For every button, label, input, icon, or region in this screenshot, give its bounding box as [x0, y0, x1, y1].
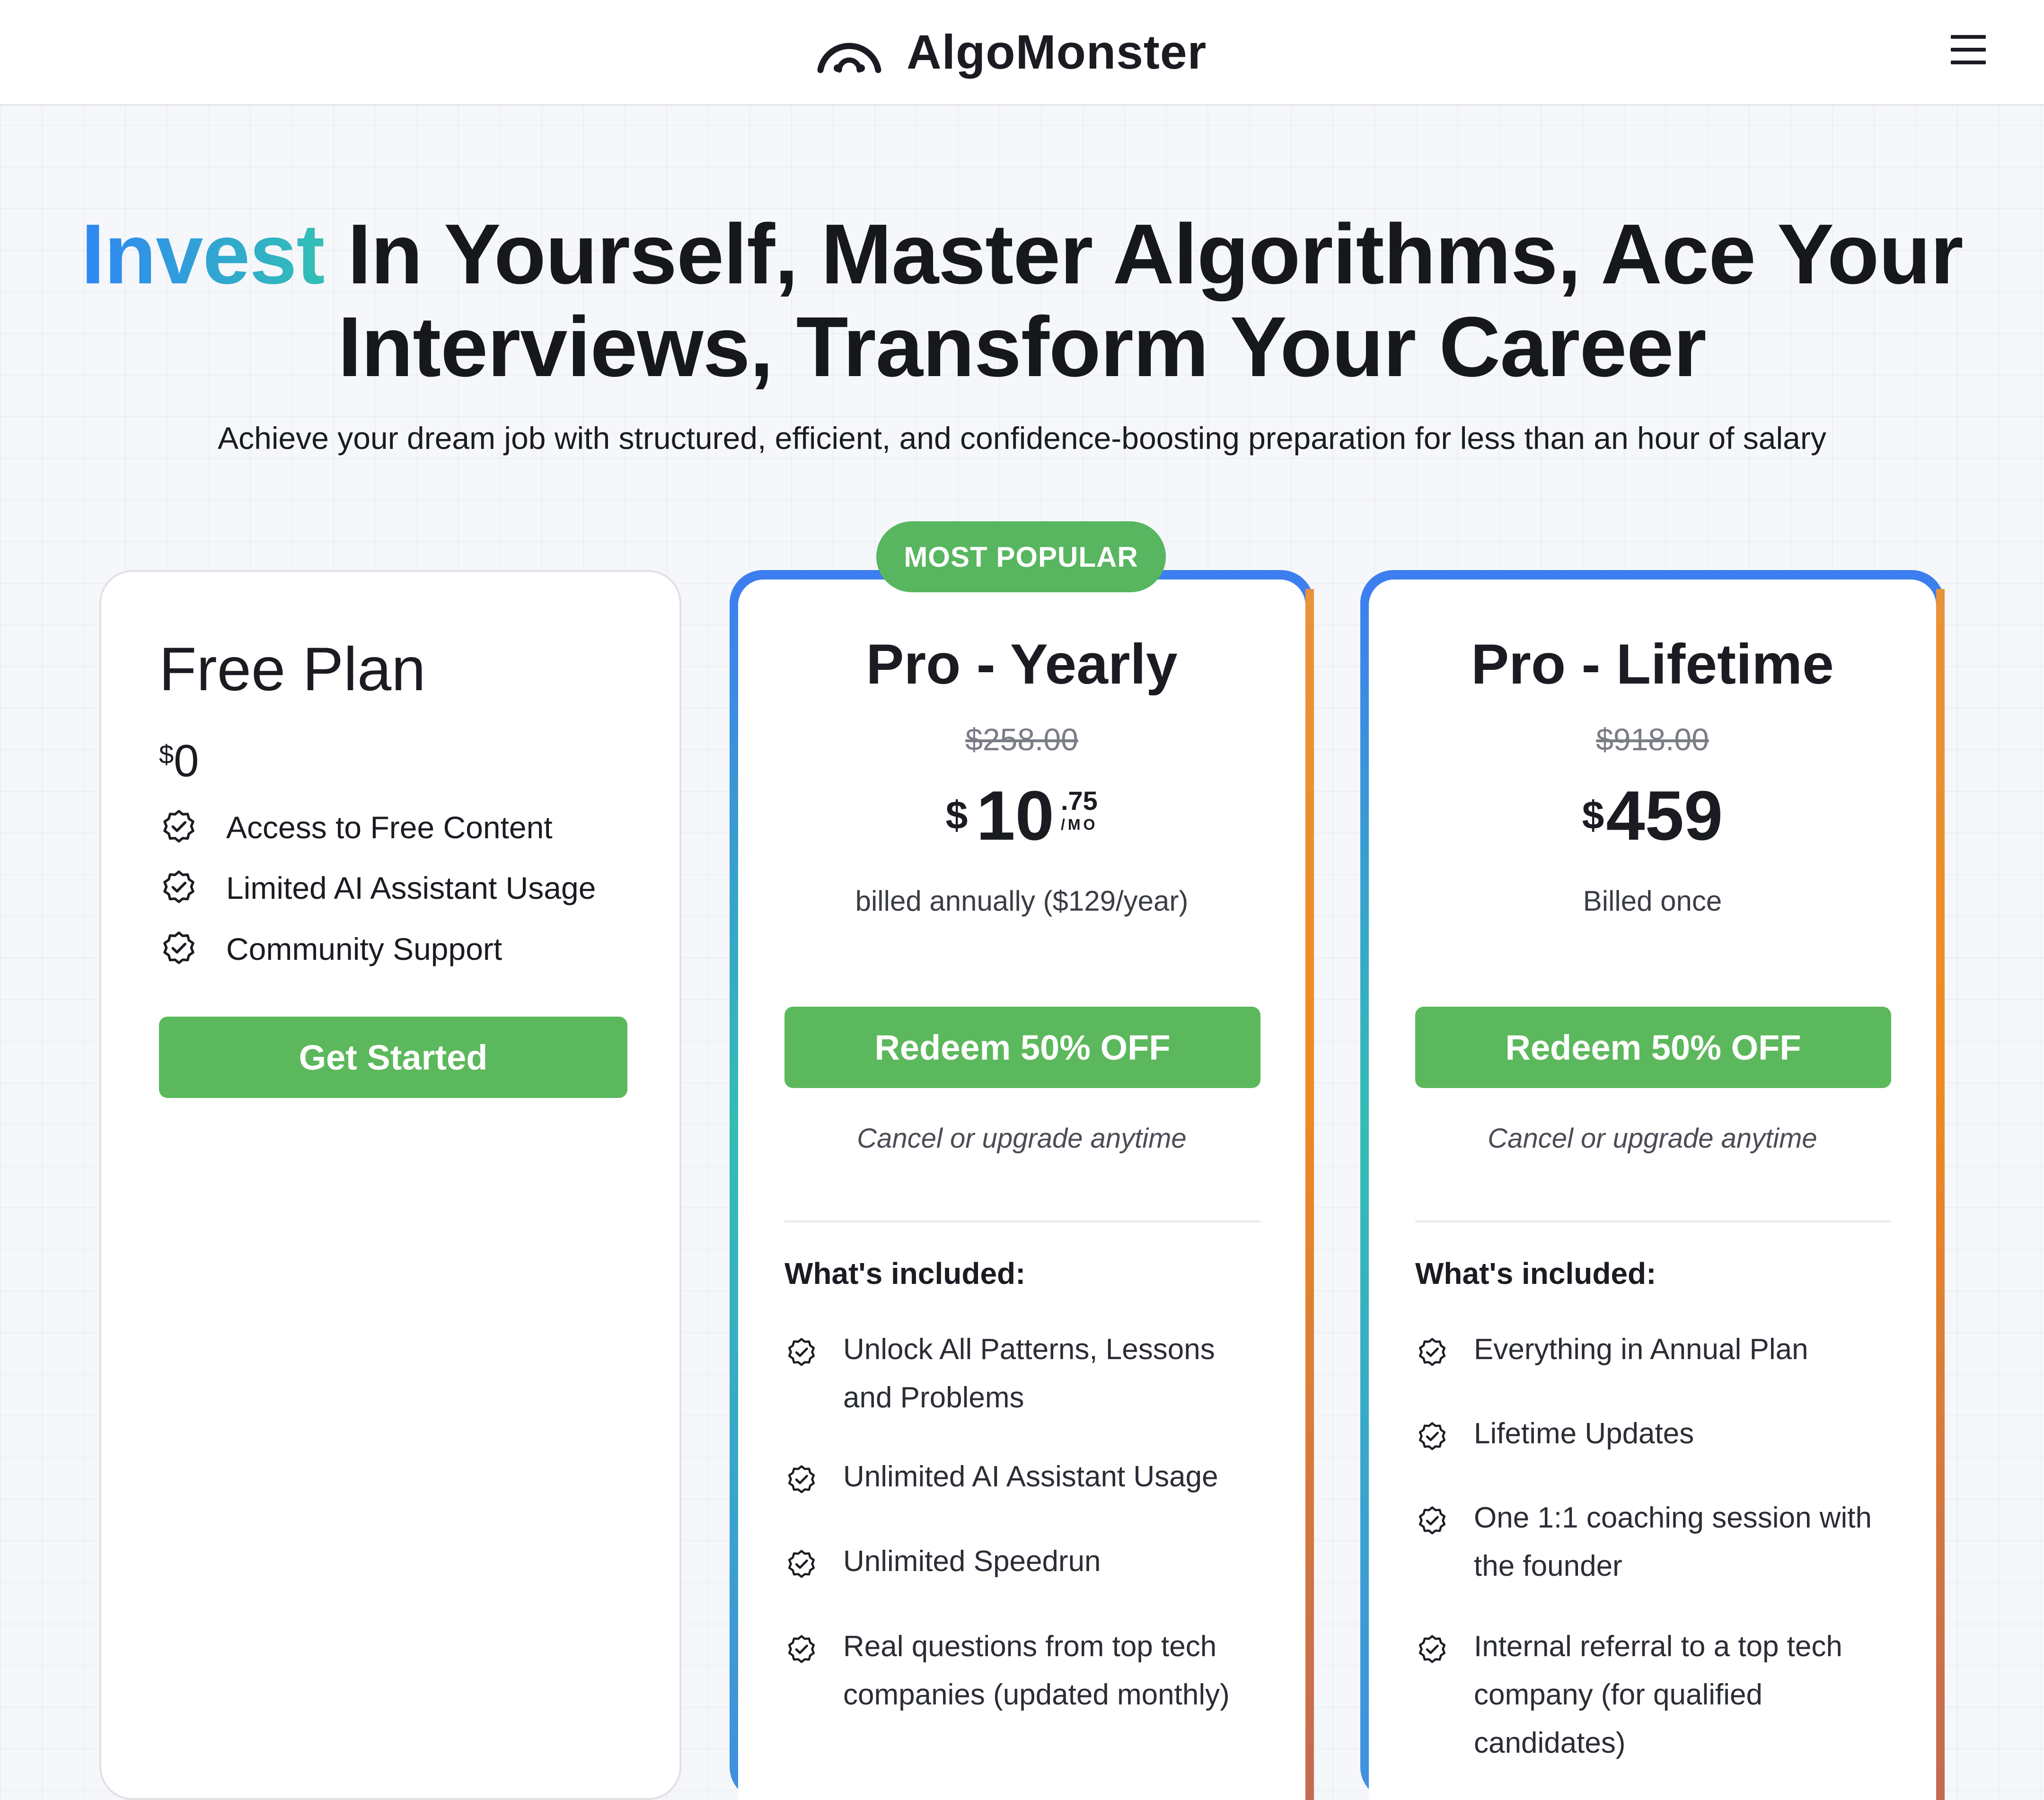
included-label: Everything in Annual Plan — [1474, 1333, 1808, 1366]
cancel-note: Cancel or upgrade anytime — [857, 1123, 1187, 1154]
price-currency: $ — [945, 793, 968, 837]
feature-label: Limited AI Assistant Usage — [226, 870, 596, 905]
included-label: Lifetime Updates — [1474, 1417, 1694, 1450]
billing-note: Billed once — [1583, 885, 1722, 917]
cancel-note: Cancel or upgrade anytime — [1488, 1123, 1817, 1154]
feature-item: Access to Free Content — [159, 808, 553, 847]
check-badge-icon — [1415, 1420, 1449, 1454]
included-label: Internal referral to a top tech company … — [1474, 1630, 1842, 1759]
original-price: $918.00 — [1596, 722, 1709, 757]
check-badge-icon — [784, 1336, 819, 1370]
pro-yearly-plan-card: Pro - Yearly $258.00 $ 10 .75 /MO billed… — [730, 570, 1314, 1800]
plan-price: $ 10 .75 /MO — [738, 778, 1305, 854]
included-item: Everything in Annual Plan — [1415, 1326, 1888, 1374]
free-plan-card: Free Plan $0 Access to Free Content Limi… — [99, 570, 681, 1800]
hero-title-line1: In Yourself, Master Algorithms, Ace Your — [324, 207, 1964, 302]
plan-price: $ 459 — [1369, 778, 1936, 854]
price-cents: .75 — [1060, 786, 1098, 816]
check-badge-icon — [784, 1548, 819, 1582]
included-item: Real questions from top tech companies (… — [784, 1623, 1258, 1719]
included-item: Unlock All Patterns, Lessons and Problem… — [784, 1326, 1258, 1422]
feature-item: Limited AI Assistant Usage — [159, 868, 596, 908]
get-started-button[interactable]: Get Started — [159, 1017, 627, 1098]
most-popular-badge: MOST POPULAR — [876, 521, 1166, 592]
top-navigation-bar: AlgoMonster — [0, 0, 2044, 105]
price-whole: 10 — [976, 777, 1054, 855]
price-period: /MO — [1060, 816, 1098, 833]
included-item: One 1:1 coaching session with the founde… — [1415, 1494, 1888, 1590]
plan-price: $0 — [159, 735, 199, 787]
check-badge-icon — [784, 1633, 819, 1667]
hero-subtitle: Achieve your dream job with structured, … — [218, 421, 1826, 456]
included-heading: What's included: — [784, 1256, 1026, 1291]
plan-title: Pro - Lifetime — [1471, 632, 1834, 696]
included-label: Real questions from top tech companies (… — [843, 1630, 1230, 1711]
feature-label: Community Support — [226, 931, 502, 966]
hero-title-line2: Interviews, Transform Your Career — [338, 299, 1706, 395]
hamburger-menu-icon[interactable] — [1947, 28, 1990, 71]
original-price: $258.00 — [965, 722, 1078, 757]
redeem-discount-button[interactable]: Redeem 50% OFF — [1415, 1007, 1891, 1088]
price-amount: 0 — [174, 736, 199, 786]
check-badge-icon — [159, 929, 199, 969]
check-badge-icon — [159, 808, 199, 847]
plan-title: Pro - Yearly — [866, 632, 1178, 696]
check-badge-icon — [1415, 1504, 1449, 1538]
included-label: Unlimited AI Assistant Usage — [843, 1460, 1218, 1493]
check-badge-icon — [1415, 1633, 1449, 1667]
divider — [784, 1220, 1260, 1222]
included-item: Unlimited AI Assistant Usage — [784, 1453, 1258, 1501]
included-heading: What's included: — [1415, 1256, 1656, 1291]
brand-name: AlgoMonster — [907, 25, 1207, 79]
check-badge-icon — [784, 1463, 819, 1497]
brand-logo[interactable]: AlgoMonster — [814, 19, 1207, 85]
feature-label: Access to Free Content — [226, 810, 553, 845]
included-label: Unlimited Speedrun — [843, 1545, 1101, 1578]
included-label: One 1:1 coaching session with the founde… — [1474, 1501, 1872, 1582]
included-item: Internal referral to a top tech company … — [1415, 1623, 1888, 1767]
included-item: Lifetime Updates — [1415, 1410, 1888, 1458]
included-item: Unlimited Speedrun — [784, 1537, 1258, 1586]
billing-note: billed annually ($129/year) — [855, 885, 1189, 917]
price-amount: 459 — [1606, 777, 1723, 855]
price-currency: $ — [1582, 793, 1604, 837]
check-badge-icon — [159, 868, 199, 908]
divider — [1415, 1220, 1891, 1222]
included-label: Unlock All Patterns, Lessons and Problem… — [843, 1333, 1215, 1414]
price-currency: $ — [159, 739, 174, 769]
hero-title-accent: Invest — [81, 207, 325, 302]
hero-title: Invest In Yourself, Master Algorithms, A… — [0, 208, 2044, 394]
feature-item: Community Support — [159, 929, 502, 969]
redeem-discount-button[interactable]: Redeem 50% OFF — [784, 1007, 1260, 1088]
check-badge-icon — [1415, 1336, 1449, 1370]
plan-title: Free Plan — [159, 634, 426, 703]
pro-lifetime-plan-card: Pro - Lifetime $918.00 $ 459 Billed once… — [1360, 570, 1945, 1800]
monster-logo-icon — [817, 43, 881, 73]
